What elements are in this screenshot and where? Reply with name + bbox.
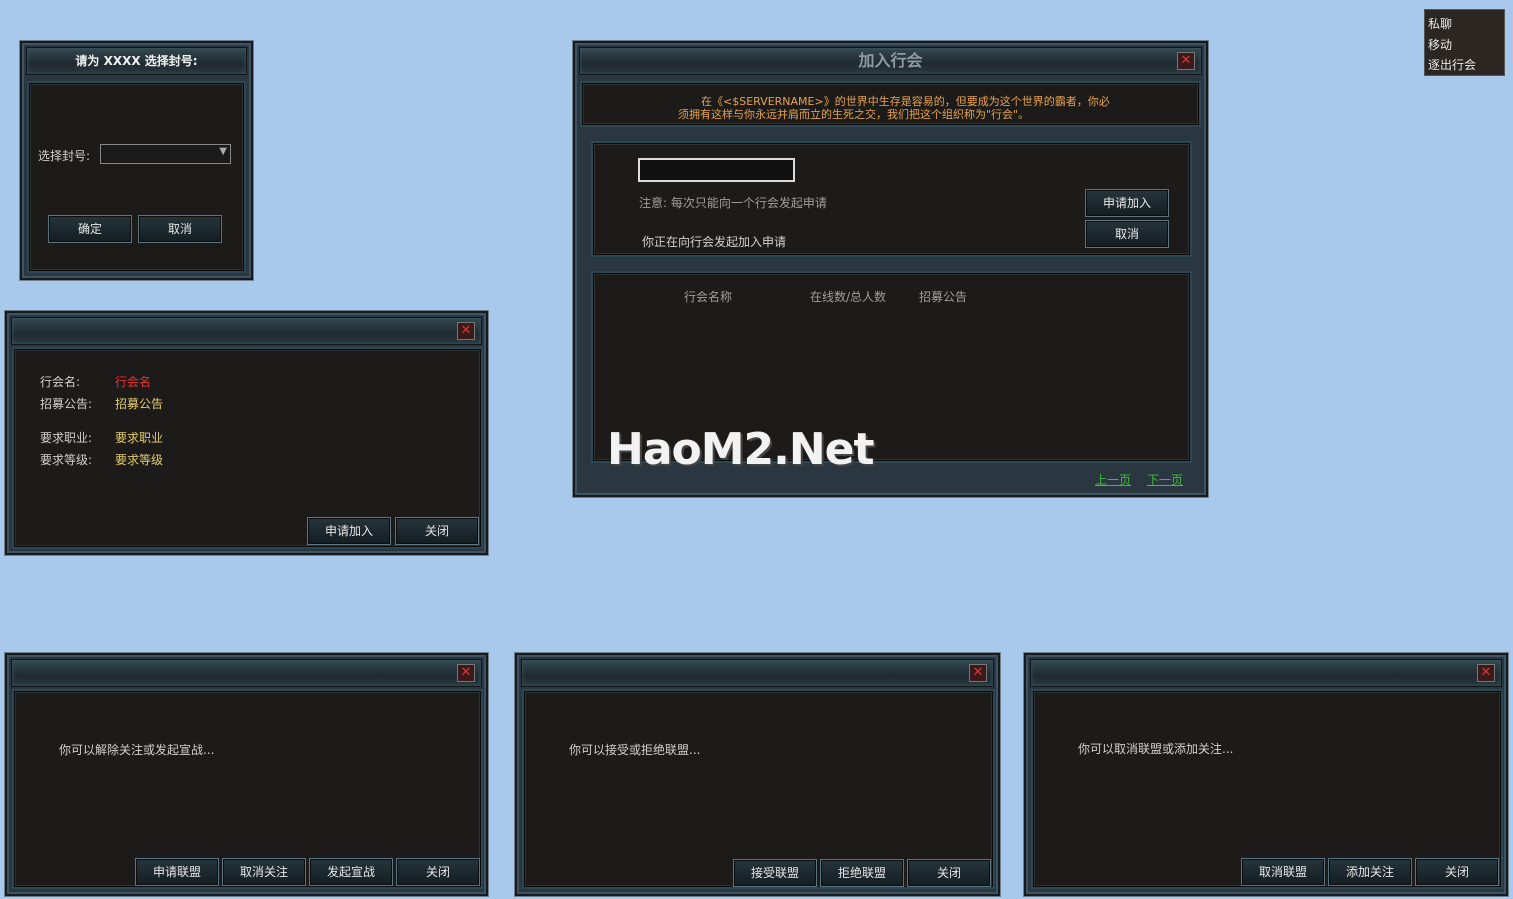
menu-item-move[interactable]: 移动 [1428, 36, 1452, 53]
war-dialog: ✕ 你可以解除关注或发起宣战... 申请联盟 取消关注 发起宣战 关闭 [4, 652, 489, 897]
menu-item-private-chat[interactable]: 私聊 [1428, 15, 1452, 32]
dialog-message: 你可以接受或拒绝联盟... [569, 743, 701, 757]
select-title-dialog: 请为 XXXX 选择封号: 选择封号: ▼ 确定 取消 [19, 40, 254, 281]
dialog-titlebar[interactable]: ✕ [11, 659, 482, 687]
cancel-button[interactable]: 取消 [1085, 220, 1169, 248]
column-online-total: 在线数/总人数 [810, 290, 887, 304]
cancel-follow-button[interactable]: 取消关注 [222, 858, 306, 886]
notice-value: 招募公告 [115, 397, 164, 411]
close-button[interactable]: 关闭 [396, 858, 480, 886]
cancel-button[interactable]: 取消 [138, 215, 222, 243]
apply-join-button[interactable]: 申请加入 [1085, 189, 1169, 217]
dialog-titlebar[interactable]: ✕ [11, 317, 482, 345]
reject-alliance-button[interactable]: 拒绝联盟 [820, 859, 904, 887]
column-notice: 招募公告 [919, 290, 968, 304]
column-guild-name: 行会名称 [684, 290, 733, 304]
job-value: 要求职业 [115, 431, 164, 445]
next-page-link[interactable]: 下一页 [1147, 471, 1183, 488]
prev-page-link[interactable]: 上一页 [1095, 471, 1131, 488]
dialog-body [524, 691, 993, 887]
close-icon[interactable]: ✕ [457, 664, 475, 682]
accept-alliance-button[interactable]: 接受联盟 [733, 859, 817, 887]
level-label: 要求等级: [40, 453, 93, 467]
guild-name-value: 行会名 [115, 375, 152, 389]
context-menu: 私聊 移动 逐出行会 [1424, 9, 1505, 76]
cancel-alliance-button[interactable]: 取消联盟 [1241, 858, 1325, 886]
close-icon[interactable]: ✕ [1477, 664, 1495, 682]
dialog-titlebar[interactable]: ✕ [1030, 659, 1502, 687]
dialog-titlebar[interactable]: ✕ [521, 659, 994, 687]
dialog-message: 你可以解除关注或发起宣战... [59, 743, 215, 757]
job-label: 要求职业: [40, 431, 93, 445]
dialog-title: 加入行会 [858, 51, 923, 70]
notice-label: 招募公告: [40, 397, 93, 411]
guild-name-label: 行会名: [40, 375, 81, 389]
close-button[interactable]: 关闭 [1415, 858, 1499, 886]
level-value: 要求等级 [115, 453, 164, 467]
join-guild-dialog: 加入行会 ✕ 在《<$SERVERNAME>》的世界中生存是容易的，但要成为这个… [572, 40, 1209, 498]
dialog-titlebar[interactable]: 加入行会 ✕ [579, 47, 1202, 75]
select-title-label: 选择封号: [38, 149, 91, 163]
title-select[interactable]: ▼ [100, 144, 231, 164]
note-text: 注意: 每次只能向一个行会发起申请 [639, 196, 827, 210]
add-follow-button[interactable]: 添加关注 [1328, 858, 1412, 886]
close-button[interactable]: 关闭 [395, 517, 479, 545]
guild-info-dialog: ✕ 行会名: 行会名 招募公告: 招募公告 要求职业: 要求职业 要求等级: 要… [4, 310, 489, 556]
dialog-title: 请为 XXXX 选择封号: [75, 54, 198, 68]
alliance-dialog: ✕ 你可以接受或拒绝联盟... 接受联盟 拒绝联盟 关闭 [514, 652, 1001, 897]
menu-item-kick[interactable]: 逐出行会 [1428, 56, 1476, 73]
watermark: HaoM2.Net [607, 424, 875, 475]
chevron-down-icon[interactable]: ▼ [219, 146, 227, 157]
status-text: 你正在向行会发起加入申请 [642, 235, 787, 249]
declare-war-button[interactable]: 发起宣战 [309, 858, 393, 886]
apply-alliance-button[interactable]: 申请联盟 [135, 858, 219, 886]
close-icon[interactable]: ✕ [969, 664, 987, 682]
intro-line-2: 须拥有这样与你永远并肩而立的生死之交，我们把这个组织称为"行会"。 [678, 108, 1030, 121]
close-button[interactable]: 关闭 [907, 859, 991, 887]
ok-button[interactable]: 确定 [48, 215, 132, 243]
apply-button[interactable]: 申请加入 [307, 517, 391, 545]
follow-dialog: ✕ 你可以取消联盟或添加关注... 取消联盟 添加关注 关闭 [1023, 652, 1509, 897]
dialog-titlebar[interactable]: 请为 XXXX 选择封号: [26, 47, 247, 75]
close-icon[interactable]: ✕ [457, 322, 475, 340]
close-icon[interactable]: ✕ [1177, 52, 1195, 70]
guild-name-input[interactable] [638, 158, 795, 182]
dialog-message: 你可以取消联盟或添加关注... [1078, 742, 1234, 756]
